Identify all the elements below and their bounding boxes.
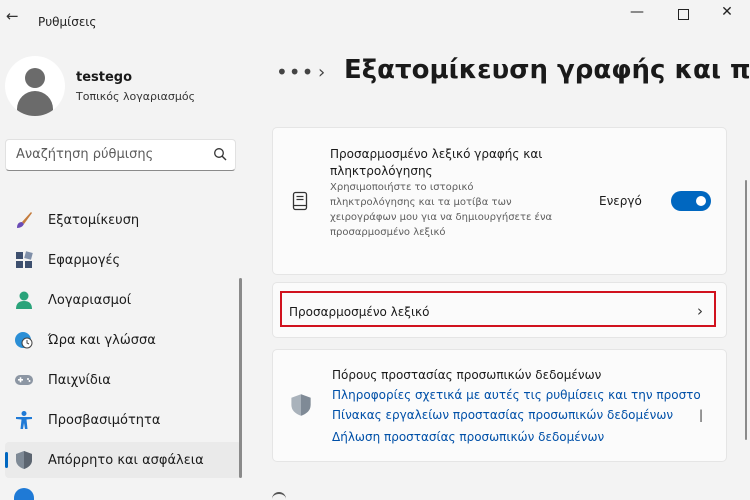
accessibility-icon bbox=[16, 411, 32, 429]
sidebar-item-label: Εξατομίκευση bbox=[48, 213, 140, 228]
app-title: Ρυθμίσεις bbox=[38, 15, 97, 29]
partial-nav-icon bbox=[14, 488, 34, 500]
sidebar-item-privacy-security[interactable]: Απόρρητο και ασφάλεια bbox=[5, 442, 241, 478]
sidebar-item-label: Λογαριασμοί bbox=[48, 293, 132, 308]
custom-dictionary-toggle[interactable] bbox=[671, 191, 711, 211]
sidebar-item-accounts[interactable]: Λογαριασμοί bbox=[5, 282, 241, 318]
sidebar-item-accessibility[interactable]: Προσβασιμότητα bbox=[5, 402, 241, 438]
user-name: testego bbox=[76, 70, 133, 85]
privacy-dashboard-link[interactable]: Πίνακας εργαλείων προστασίας προσωπικών … bbox=[332, 408, 673, 422]
maximize-icon[interactable] bbox=[660, 4, 706, 24]
sidebar-scrollbar[interactable] bbox=[239, 278, 242, 478]
person-icon bbox=[16, 291, 32, 309]
sidebar-item-label: Παιχνίδια bbox=[48, 373, 111, 388]
content-scrollbar[interactable] bbox=[745, 180, 747, 440]
shield-icon bbox=[291, 394, 311, 416]
close-icon[interactable]: ✕ bbox=[704, 4, 750, 24]
search-icon[interactable] bbox=[213, 147, 227, 161]
sidebar-item-label: Προσβασιμότητα bbox=[48, 413, 161, 428]
sidebar-item-label: Απόρρητο και ασφάλεια bbox=[48, 453, 204, 468]
breadcrumb-more-button[interactable]: ••• bbox=[276, 60, 314, 84]
highlight-box bbox=[280, 291, 716, 327]
chevron-right-icon: › bbox=[318, 62, 326, 83]
link-separator: | bbox=[699, 408, 704, 422]
privacy-statement-link[interactable]: Δήλωση προστασίας προσωπικών δεδομένων bbox=[332, 430, 604, 444]
partial-icon bbox=[272, 492, 286, 500]
page-title: Εξατομίκευση γραφής και πλη bbox=[344, 55, 750, 85]
minimize-icon[interactable]: — bbox=[614, 4, 660, 24]
gamepad-icon bbox=[15, 375, 33, 385]
privacy-settings-info-link[interactable]: Πληροφορίες σχετικά με αυτές τις ρυθμίσε… bbox=[332, 388, 701, 402]
setting-description: Χρησιμοποιήστε το ιστορικό πληκτρολόγηση… bbox=[330, 182, 553, 238]
selection-indicator bbox=[5, 452, 8, 468]
notebook-icon bbox=[292, 191, 308, 211]
toggle-knob bbox=[696, 196, 706, 206]
clock-globe-icon bbox=[15, 332, 33, 349]
sidebar-item-time-language[interactable]: Ώρα και γλώσσα bbox=[5, 322, 241, 358]
sidebar-item-apps[interactable]: Εφαρμογές bbox=[5, 242, 241, 278]
sidebar-item-gaming[interactable]: Παιχνίδια bbox=[5, 362, 241, 398]
toggle-state-label: Ενεργό bbox=[599, 194, 642, 208]
account-type: Τοπικός λογαριασμός bbox=[76, 90, 196, 103]
privacy-resources-title: Πόρους προστασίας προσωπικών δεδομένων bbox=[332, 368, 602, 382]
avatar bbox=[5, 56, 65, 116]
search-input[interactable] bbox=[14, 146, 208, 163]
sidebar-item-personalization[interactable]: Εξατομίκευση bbox=[5, 202, 241, 238]
apps-icon bbox=[16, 251, 33, 268]
setting-title: Προσαρμοσμένο λεξικό γραφής και πληκτρολ… bbox=[330, 147, 543, 178]
search-box[interactable] bbox=[5, 139, 236, 171]
privacy-resources-card bbox=[272, 349, 727, 462]
shield-icon bbox=[16, 451, 32, 469]
paintbrush-icon bbox=[17, 212, 32, 228]
sidebar-item-label: Ώρα και γλώσσα bbox=[48, 333, 156, 348]
back-arrow-icon[interactable]: ← bbox=[6, 7, 19, 25]
sidebar-item-label: Εφαρμογές bbox=[48, 253, 121, 268]
